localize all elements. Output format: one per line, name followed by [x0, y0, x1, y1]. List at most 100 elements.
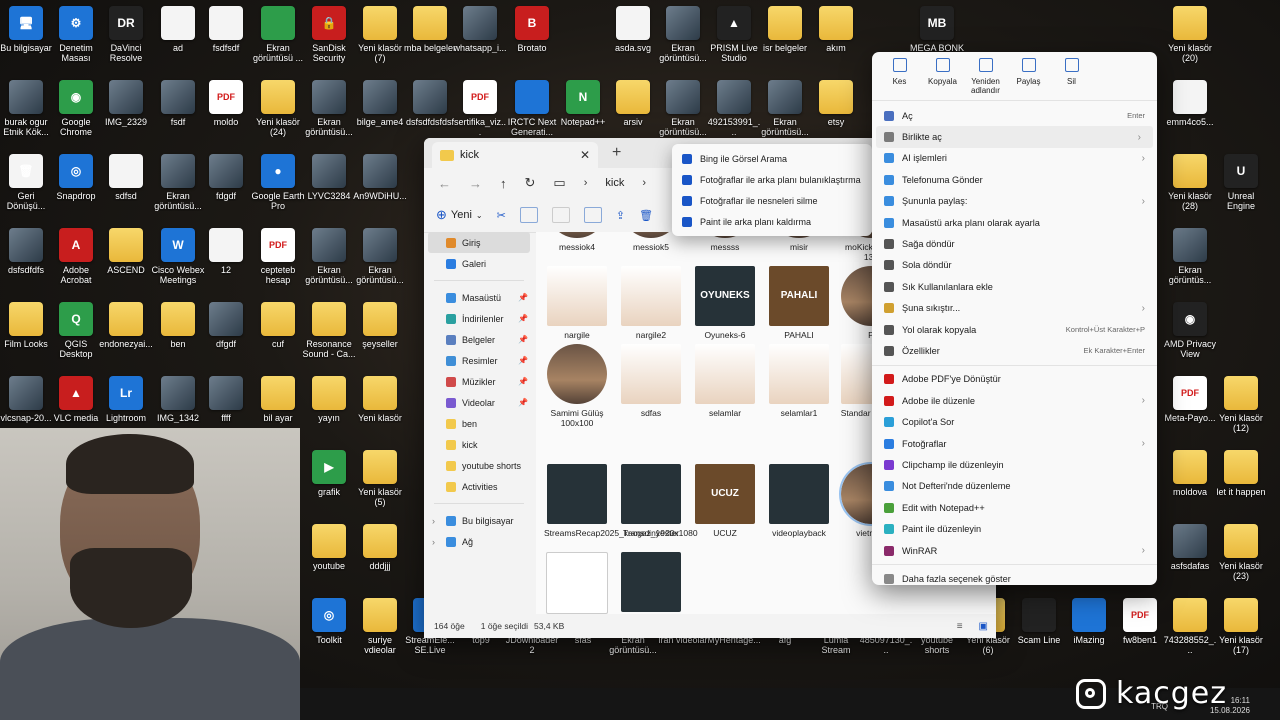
chevron-right-icon[interactable]: ›	[432, 537, 435, 547]
desktop-icon[interactable]: U Unreal Engine	[1215, 154, 1267, 211]
sidebar-item[interactable]: Giriş	[428, 232, 530, 253]
context-menu-item[interactable]: Şuna sıkıştır... ›	[872, 298, 1157, 319]
desktop-icon[interactable]: ▶ grafik	[303, 450, 355, 497]
desktop-icon[interactable]: iMazing	[1063, 598, 1115, 645]
context-menu-item[interactable]: Fotoğraflar ›	[872, 433, 1157, 454]
context-menu-item[interactable]: Not Defteri'nde düzenleme	[872, 476, 1157, 497]
desktop-icon[interactable]: emm4co5...	[1164, 80, 1216, 127]
desktop-icon[interactable]: Yeni klasör (24)	[252, 80, 304, 137]
desktop-icon[interactable]: Ekran görüntüs...	[1164, 228, 1216, 285]
cut-icon[interactable]: ✂	[497, 209, 506, 222]
desktop-icon[interactable]: cuf	[252, 302, 304, 349]
desktop-icon[interactable]: IMG_2329	[100, 80, 152, 127]
sidebar-item[interactable]: Müzikler 📌	[424, 371, 534, 392]
desktop-icon[interactable]: Ekran görüntüsü ...	[252, 6, 304, 63]
desktop-icon[interactable]: dfgdf	[200, 302, 252, 349]
forward-icon[interactable]: →	[469, 176, 482, 191]
desktop-icon[interactable]: endonezyai...	[99, 302, 153, 349]
context-menu-item[interactable]: Clipchamp ile düzenleyin	[872, 454, 1157, 475]
context-menu-item[interactable]: Adobe PDF'ye Dönüştür	[872, 369, 1157, 390]
file-item[interactable]: nargile	[544, 266, 610, 340]
desktop-icon[interactable]: şeyseller	[354, 302, 406, 349]
copy-icon[interactable]	[519, 207, 538, 223]
desktop-icon[interactable]: Yeni klasör (23)	[1215, 524, 1267, 581]
file-item[interactable]: sdfas	[618, 344, 684, 418]
desktop-icon[interactable]: arsiv	[607, 80, 659, 127]
sidebar-item[interactable]: İndirilenler 📌	[424, 308, 534, 329]
file-item[interactable]: Transdinyester	[618, 464, 684, 538]
desktop-icon[interactable]: dsfsdfdfs	[0, 228, 52, 275]
context-menu-item[interactable]: Paint ile düzenleyin	[872, 518, 1157, 539]
desktop-icon[interactable]: LYVC3284	[303, 154, 355, 201]
sidebar-item[interactable]: ben	[424, 413, 534, 434]
desktop-icon[interactable]: ffff	[200, 376, 252, 423]
desktop-icon[interactable]: Ekran görüntüsü...	[303, 228, 355, 285]
desktop-icon[interactable]: sdfsd	[100, 154, 152, 201]
desktop-icon[interactable]: ▲ PRISM Live Studio	[708, 6, 760, 63]
desktop-icon[interactable]: Yeni klasör (28)	[1164, 154, 1216, 211]
desktop-icon[interactable]: bilge_ame4	[354, 80, 406, 127]
desktop-icon[interactable]: 12	[200, 228, 252, 275]
desktop-icon[interactable]: Ekran görüntüsü...	[354, 228, 406, 285]
desktop-icon[interactable]: ◉ AMD Privacy View	[1164, 302, 1216, 359]
desktop-icon[interactable]: Yeni klasör (5)	[354, 450, 406, 507]
desktop-icon[interactable]: ad	[152, 6, 204, 53]
desktop-icon[interactable]: Yeni klasör (12)	[1215, 376, 1267, 433]
desktop-icon[interactable]: PDF moldo	[200, 80, 252, 127]
desktop-icon[interactable]: moldova	[1164, 450, 1216, 497]
desktop-icon[interactable]: Q QGIS Desktop 3.16.0	[50, 302, 102, 359]
sidebar-item[interactable]: Resimler 📌	[424, 350, 534, 371]
new-button[interactable]: ⊕ Yeni ⌄	[436, 207, 483, 223]
desktop-icon[interactable]: let it happen	[1215, 450, 1267, 497]
up-icon[interactable]: ↑	[500, 176, 507, 191]
context-menu-item[interactable]: Sık Kullanılanlara ekle	[872, 276, 1157, 297]
context-menu-item[interactable]: AI işlemleri ›	[872, 148, 1157, 169]
file-item[interactable]: selamlar1	[766, 344, 832, 418]
desktop-icon[interactable]: Yeni klasör (20)	[1164, 6, 1216, 63]
sidebar-item[interactable]: Activities	[424, 476, 534, 497]
context-menu-item[interactable]: Edit with Notepad++	[872, 497, 1157, 518]
desktop-icon[interactable]: 🗑 Geri Dönüşü...	[0, 154, 52, 211]
desktop-icon[interactable]: asfsdafas	[1164, 524, 1216, 571]
context-menu-item[interactable]: WinRAR ›	[872, 540, 1157, 561]
explorer-tab-kick[interactable]: kick ✕	[432, 142, 598, 168]
sidebar-item[interactable]: Videolar 📌	[424, 392, 534, 413]
desktop-icon[interactable]: Lr Lightroom	[100, 376, 152, 423]
quick-action-button[interactable]: Paylaş	[1007, 56, 1050, 100]
share-icon[interactable]: ⇪	[616, 209, 625, 222]
new-tab-icon[interactable]: +	[612, 144, 621, 162]
desktop-icon[interactable]: vlcsnap-20...	[0, 376, 52, 423]
desktop-icon[interactable]: isr belgeler	[759, 6, 811, 53]
desktop-icon[interactable]: IRCTC Next Generati...	[506, 80, 558, 137]
file-item[interactable]: UCUZ UCUZ	[692, 464, 758, 538]
quick-action-button[interactable]: Kes	[878, 56, 921, 100]
desktop-icon[interactable]: Ekran görüntüsü...	[657, 80, 709, 137]
context-menu-item[interactable]: Sola döndür	[872, 255, 1157, 276]
desktop-icon[interactable]: asda.svg	[607, 6, 659, 53]
sidebar-item[interactable]: kick	[424, 434, 534, 455]
file-item[interactable]: youtube	[618, 552, 684, 614]
context-menu-item[interactable]: Telefonuma Gönder	[872, 169, 1157, 190]
desktop-icon[interactable]: ⚙ Denetim Masası	[50, 6, 102, 63]
desktop-icon[interactable]: An9WDiHU...	[353, 154, 407, 201]
breadcrumb[interactable]: kick	[605, 177, 624, 189]
desktop-icon[interactable]: dddjjj	[354, 524, 406, 571]
sidebar-item[interactable]: Bu bilgisayar ›	[424, 510, 534, 531]
file-item[interactable]: PAHALI PAHALI	[766, 266, 832, 340]
desktop-icon[interactable]: ▲ VLC media	[50, 376, 102, 423]
desktop-icon[interactable]: 492153991_...	[708, 80, 760, 137]
desktop-icon[interactable]: ● Google Earth Pro	[251, 154, 305, 211]
refresh-icon[interactable]: ↻	[525, 175, 536, 191]
desktop-icon[interactable]: Ekran görüntüsü...	[657, 6, 709, 63]
context-menu-item[interactable]: Şununla paylaş: ›	[872, 191, 1157, 212]
quick-action-button[interactable]: Yeniden adlandır	[964, 56, 1007, 100]
delete-icon[interactable]: 🗑	[639, 209, 653, 222]
context-menu-item[interactable]: Sağa döndür	[872, 233, 1157, 254]
sidebar-item[interactable]: Ağ ›	[424, 531, 534, 552]
desktop-icon[interactable]: fdgdf	[200, 154, 252, 201]
context-menu-item[interactable]: Masaüstü arka planı olarak ayarla	[872, 212, 1157, 233]
desktop-icon[interactable]: ASCEND	[100, 228, 152, 275]
sidebar-item[interactable]: youtube shorts	[424, 455, 534, 476]
desktop-icon[interactable]: PDF fw8ben1	[1114, 598, 1166, 645]
desktop-icon[interactable]: IMG_1342	[152, 376, 204, 423]
